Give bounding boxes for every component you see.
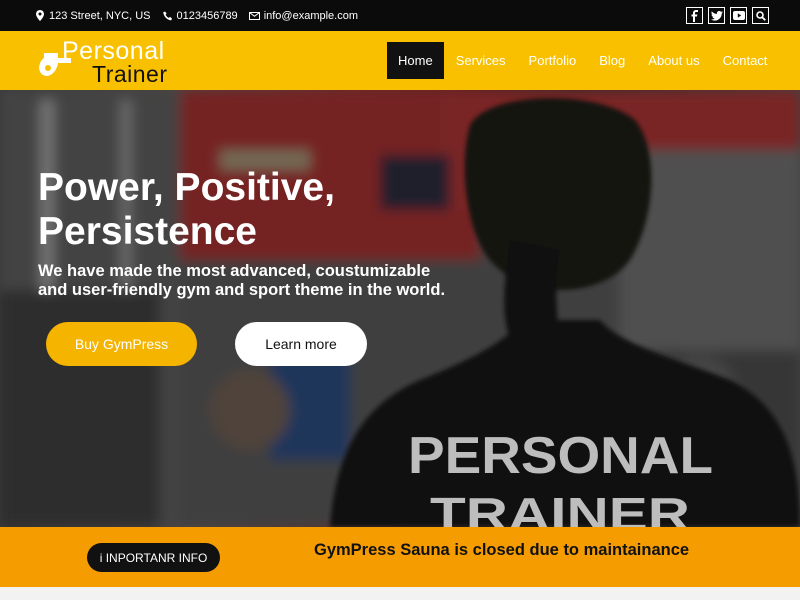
- top-contact-bar: 123 Street, NYC, US 0123456789 info@exam…: [0, 0, 800, 31]
- nav-blog[interactable]: Blog: [588, 42, 636, 79]
- nav-home[interactable]: Home: [387, 42, 444, 79]
- social-links: [681, 7, 769, 24]
- contact-email[interactable]: info@example.com: [249, 10, 358, 22]
- hero-subheadline: We have made the most advanced, coustumi…: [38, 262, 446, 299]
- nav-contact[interactable]: Contact: [712, 42, 779, 79]
- hero-headline: Power, Positive, Persistence: [38, 166, 335, 253]
- important-info-badge[interactable]: i INPORTANR INFO: [87, 543, 220, 572]
- contact-info: 123 Street, NYC, US 0123456789 info@exam…: [34, 0, 369, 31]
- contact-address: 123 Street, NYC, US: [34, 10, 151, 22]
- learn-more-button[interactable]: Learn more: [235, 322, 367, 366]
- map-marker-icon: [34, 10, 46, 22]
- email-text: info@example.com: [263, 9, 359, 22]
- contact-phone[interactable]: 0123456789: [162, 10, 238, 22]
- logo-word-trainer: Trainer: [92, 61, 168, 87]
- info-message: GymPress Sauna is closed due to maintain…: [314, 541, 690, 559]
- site-header: Personal Trainer Home Services Portfolio…: [0, 31, 800, 90]
- nav-portfolio[interactable]: Portfolio: [518, 42, 588, 79]
- phone-text: 0123456789: [176, 9, 238, 22]
- search-icon[interactable]: [752, 7, 769, 24]
- nav-services[interactable]: Services: [445, 42, 517, 79]
- hero-banner: PERSONAL TRAINER Power, Positive, Persis…: [0, 90, 800, 527]
- buy-gympress-button[interactable]: Buy GymPress: [46, 322, 197, 366]
- shirt-print: PERSONAL TRAINER: [408, 427, 713, 527]
- facebook-icon[interactable]: [686, 7, 703, 24]
- nav-about[interactable]: About us: [637, 42, 710, 79]
- shirt-text-personal: PERSONAL: [408, 427, 713, 485]
- info-bar: i INPORTANR INFO GymPress Sauna is close…: [0, 527, 800, 587]
- phone-icon: [162, 10, 174, 22]
- site-logo[interactable]: Personal Trainer: [38, 37, 178, 87]
- shirt-text-trainer: TRAINER: [430, 488, 690, 527]
- address-text: 123 Street, NYC, US: [49, 9, 151, 22]
- main-nav: Home Services Portfolio Blog About us Co…: [387, 42, 779, 79]
- page-bottom-strip: [0, 587, 800, 600]
- youtube-icon[interactable]: [730, 7, 747, 24]
- twitter-icon[interactable]: [708, 7, 725, 24]
- envelope-icon: [249, 10, 261, 22]
